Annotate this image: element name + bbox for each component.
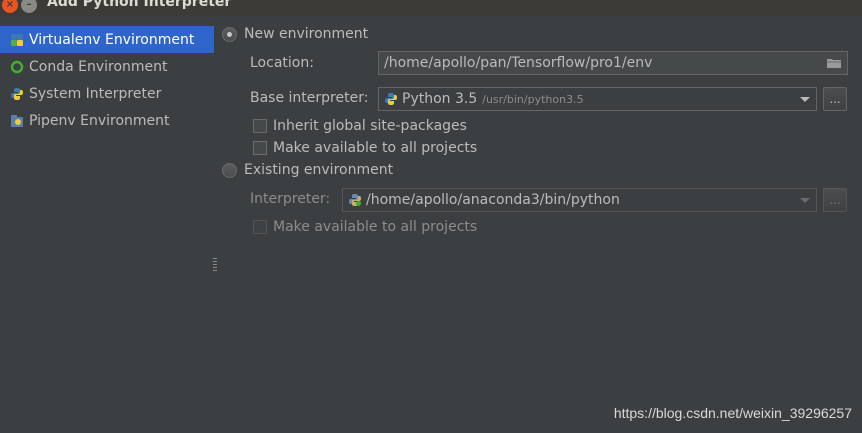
environment-type-list: Virtualenv Environment Conda Environment…: [0, 26, 214, 134]
python-icon: [11, 87, 23, 100]
chevron-down-icon: [800, 198, 810, 203]
env-item-label: System Interpreter: [29, 85, 162, 102]
window-title: Add Python Interpreter: [47, 0, 232, 10]
base-interpreter-label: Base interpreter:: [250, 90, 369, 106]
existing-environment-label: Existing environment: [244, 162, 394, 178]
python-env-icon: [349, 194, 361, 206]
make-available-label: Make available to all projects: [273, 219, 478, 235]
checkbox[interactable]: [253, 220, 267, 234]
env-item-label: Conda Environment: [29, 58, 168, 75]
new-environment-radio[interactable]: New environment: [222, 26, 368, 42]
base-interpreter-select[interactable]: Python 3.5 /usr/bin/python3.5: [378, 87, 817, 111]
add-python-interpreter-dialog: × – Add Python Interpreter Virtualenv En…: [0, 0, 862, 433]
chevron-down-icon: [800, 97, 810, 102]
env-item-virtualenv[interactable]: Virtualenv Environment: [0, 26, 214, 53]
base-interpreter-name: Python 3.5: [402, 91, 478, 107]
python-icon: [385, 93, 397, 105]
existing-env-make-available-checkbox[interactable]: Make available to all projects: [253, 219, 477, 235]
location-value: /home/apollo/pan/Tensorflow/pro1/env: [384, 55, 653, 71]
env-item-label: Pipenv Environment: [29, 112, 170, 129]
inherit-site-packages-label: Inherit global site-packages: [273, 118, 467, 134]
existing-interpreter-value: /home/apollo/anaconda3/bin/python: [366, 192, 620, 208]
title-bar: × – Add Python Interpreter: [0, 0, 862, 16]
env-item-pipenv[interactable]: Pipenv Environment: [0, 107, 214, 134]
env-item-conda[interactable]: Conda Environment: [0, 53, 214, 80]
new-env-make-available-checkbox[interactable]: Make available to all projects: [253, 140, 477, 156]
radio-button[interactable]: [222, 26, 237, 42]
location-field[interactable]: /home/apollo/pan/Tensorflow/pro1/env: [378, 51, 848, 75]
conda-icon: [10, 60, 24, 73]
existing-interpreter-select[interactable]: /home/apollo/anaconda3/bin/python: [342, 188, 817, 212]
base-interpreter-path: /usr/bin/python3.5: [482, 92, 584, 106]
close-icon: ×: [5, 0, 15, 10]
virtualenv-icon: [11, 33, 23, 46]
make-available-label: Make available to all projects: [273, 140, 478, 156]
env-item-system-interpreter[interactable]: System Interpreter: [0, 80, 214, 107]
folder-icon[interactable]: [827, 58, 841, 68]
new-environment-label: New environment: [244, 26, 369, 42]
checkbox[interactable]: [253, 119, 267, 133]
minimize-window-button[interactable]: –: [21, 0, 37, 13]
env-item-label: Virtualenv Environment: [29, 31, 195, 48]
splitter-handle[interactable]: [213, 258, 217, 272]
watermark: https://blog.csdn.net/weixin_39296257: [613, 405, 852, 421]
location-label: Location:: [250, 55, 314, 71]
pipenv-icon: [11, 114, 23, 127]
interpreter-label: Interpreter:: [250, 191, 331, 207]
radio-button[interactable]: [222, 162, 237, 178]
minimize-icon: –: [26, 0, 32, 10]
inherit-site-packages-checkbox[interactable]: Inherit global site-packages: [253, 118, 467, 134]
existing-interpreter-browse-button[interactable]: ...: [823, 188, 847, 212]
checkbox[interactable]: [253, 141, 267, 155]
close-window-button[interactable]: ×: [2, 0, 18, 13]
base-interpreter-browse-button[interactable]: ...: [823, 87, 847, 111]
existing-environment-radio[interactable]: Existing environment: [222, 162, 393, 178]
